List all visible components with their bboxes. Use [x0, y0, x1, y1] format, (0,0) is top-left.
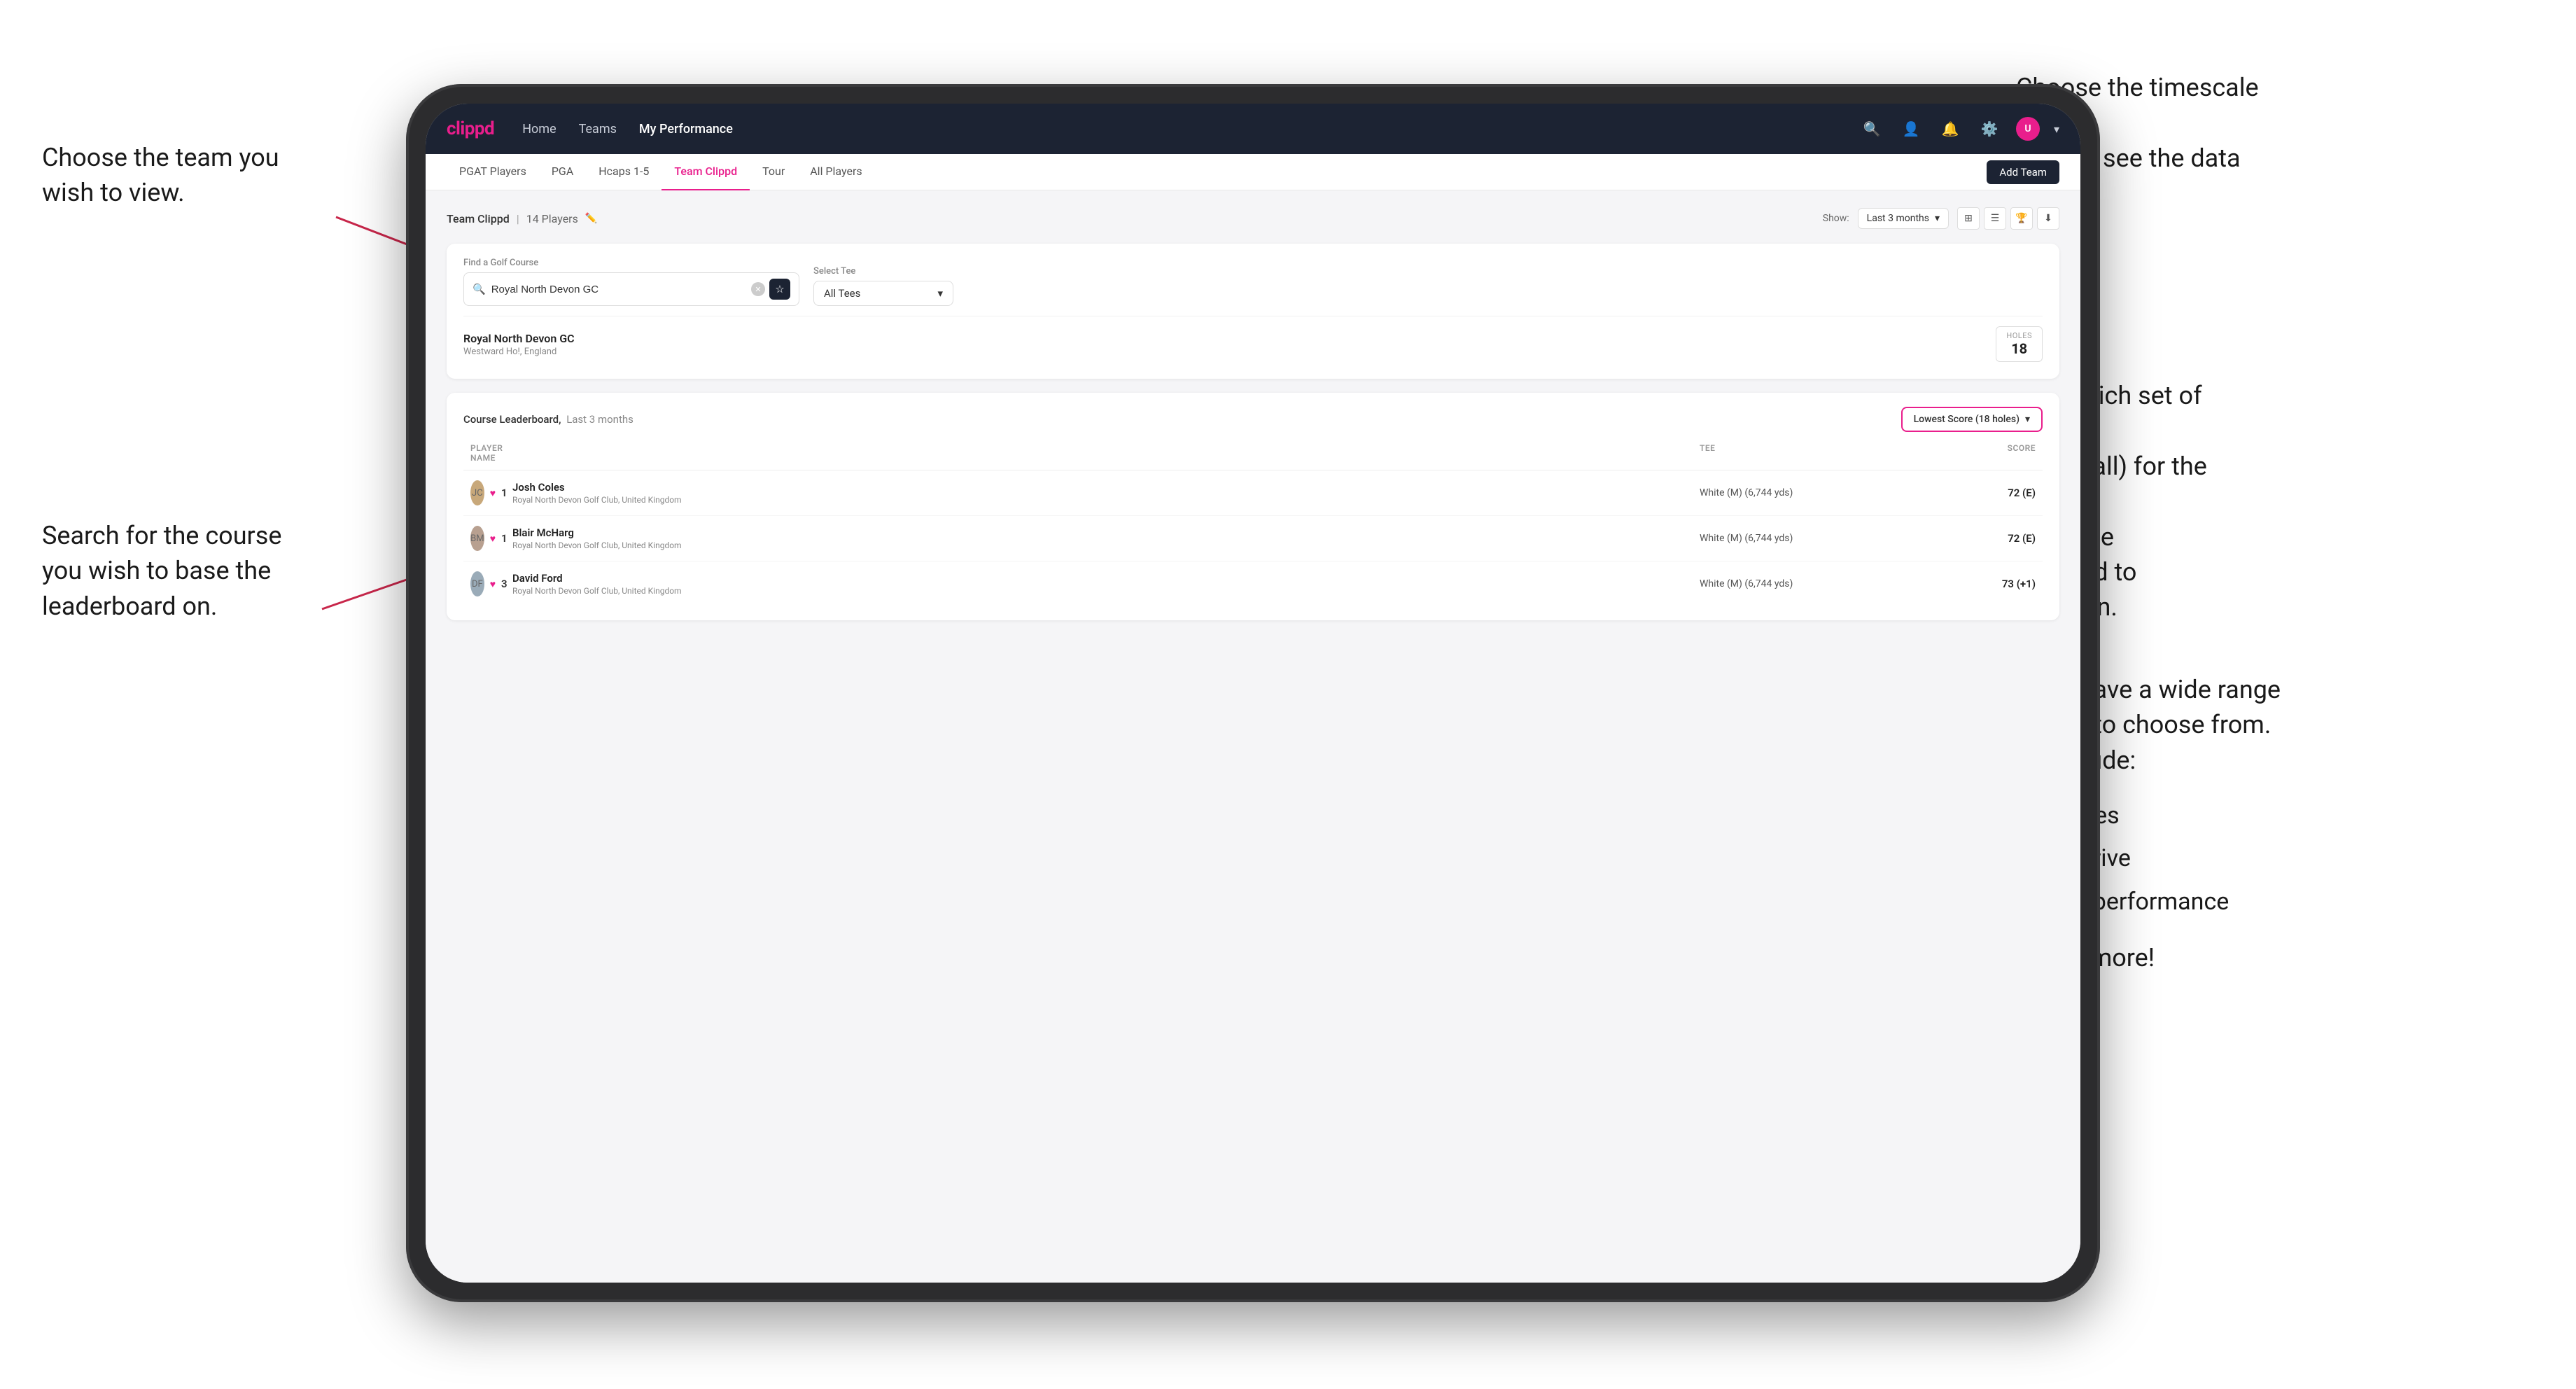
heart-icon[interactable]: ♥ — [490, 533, 496, 545]
course-result-info: Royal North Devon GC Westward Ho!, Engla… — [463, 332, 575, 357]
tab-all-players[interactable]: All Players — [797, 154, 874, 190]
leaderboard-header: Course Leaderboard, Last 3 months Lowest… — [463, 407, 2043, 432]
edit-team-icon[interactable]: ✏️ — [585, 213, 597, 224]
nav-my-performance[interactable]: My Performance — [639, 122, 733, 137]
show-period-dropdown[interactable]: Last 3 months ▾ — [1858, 208, 1949, 229]
chevron-down-icon: ▾ — [1935, 213, 1940, 224]
score-type-chevron-icon: ▾ — [2025, 414, 2030, 425]
course-finder-card: Find a Golf Course 🔍 ✕ ☆ Select Tee All … — [447, 244, 2059, 379]
course-search-input[interactable] — [491, 284, 751, 295]
nav-icons: 🔍 👤 🔔 ⚙️ U ▾ — [1859, 116, 2059, 141]
team-title: Team Clippd | 14 Players ✏️ — [447, 212, 597, 225]
course-result-location: Westward Ho!, England — [463, 347, 575, 357]
course-finder-row: Find a Golf Course 🔍 ✕ ☆ Select Tee All … — [463, 258, 2043, 306]
select-tee-group: Select Tee All Tees ▾ — [813, 266, 953, 306]
avatar: JC — [470, 480, 484, 505]
show-controls: Show: Last 3 months ▾ ⊞ ☰ 🏆 ⬇ — [1823, 207, 2059, 230]
tab-pgat-players[interactable]: PGAT Players — [447, 154, 539, 190]
player-club: Royal North Devon Golf Club, United King… — [512, 586, 682, 596]
table-row: DF ♥ 3 David Ford Royal North Devon Golf… — [463, 561, 2043, 606]
leaderboard-card: Course Leaderboard, Last 3 months Lowest… — [447, 393, 2059, 620]
col-score: SCORE — [1910, 443, 2036, 463]
tab-hcaps[interactable]: Hcaps 1-5 — [586, 154, 662, 190]
top-navigation: clippd Home Teams My Performance 🔍 👤 🔔 ⚙… — [426, 104, 2080, 154]
heart-icon[interactable]: ♥ — [490, 487, 496, 499]
user-avatar[interactable]: U — [2016, 117, 2040, 141]
leaderboard-table: PLAYER NAME TEE SCORE JC ♥ 1 — [463, 443, 2043, 606]
nav-links: Home Teams My Performance — [522, 122, 1859, 137]
leaderboard-title: Course Leaderboard, Last 3 months — [463, 413, 634, 426]
tee-select-dropdown[interactable]: All Tees ▾ — [813, 281, 953, 306]
player-name: Blair McHarg — [512, 526, 682, 539]
rank-number: 1 — [501, 487, 512, 499]
avatar: BM — [470, 526, 484, 551]
team-header-row: Team Clippd | 14 Players ✏️ Show: Last 3… — [447, 207, 2059, 230]
tab-tour[interactable]: Tour — [750, 154, 797, 190]
player-info: David Ford Royal North Devon Golf Club, … — [512, 572, 1700, 596]
main-content: Team Clippd | 14 Players ✏️ Show: Last 3… — [426, 190, 2080, 1283]
tablet-screen: clippd Home Teams My Performance 🔍 👤 🔔 ⚙… — [426, 104, 2080, 1283]
nav-home[interactable]: Home — [522, 122, 556, 137]
tee-cell: White (M) (6,744 yds) — [1700, 487, 1910, 498]
player-name: David Ford — [512, 572, 682, 585]
avatar: DF — [470, 571, 484, 596]
app-logo: clippd — [447, 118, 494, 139]
trophy-view-button[interactable]: 🏆 — [2010, 207, 2033, 230]
rank-number: 3 — [501, 578, 512, 590]
annotation-middle-left: Search for the courseyou wish to base th… — [42, 518, 281, 624]
score-cell: 72 (E) — [1910, 532, 2036, 545]
add-team-button[interactable]: Add Team — [1987, 160, 2059, 184]
holes-badge: Holes 18 — [1996, 326, 2043, 362]
table-row: JC ♥ 1 Josh Coles Royal North Devon Golf… — [463, 470, 2043, 516]
find-course-label: Find a Golf Course — [463, 258, 799, 268]
score-cell: 73 (+1) — [1910, 578, 2036, 590]
table-row: BM ♥ 1 Blair McHarg Royal North Devon Go… — [463, 516, 2043, 561]
player-rank-2: BM ♥ 1 — [470, 526, 512, 551]
course-search-input-wrap[interactable]: 🔍 ✕ ☆ — [463, 272, 799, 306]
clear-search-button[interactable]: ✕ — [751, 282, 765, 296]
player-rank-3: DF ♥ 3 — [470, 571, 512, 596]
holes-value: 18 — [2006, 340, 2032, 357]
grid-view-button[interactable]: ⊞ — [1957, 207, 1980, 230]
nav-teams[interactable]: Teams — [579, 122, 617, 137]
course-result-row: Royal North Devon GC Westward Ho!, Engla… — [463, 316, 2043, 365]
col-player-spacer — [512, 443, 1700, 463]
avatar-chevron-icon[interactable]: ▾ — [2054, 123, 2059, 136]
col-tee: TEE — [1700, 443, 1910, 463]
sub-navigation: PGAT Players PGA Hcaps 1-5 Team Clippd T… — [426, 154, 2080, 190]
search-icon[interactable]: 🔍 — [1859, 116, 1884, 141]
settings-icon[interactable]: ⚙️ — [1977, 116, 2002, 141]
find-course-group: Find a Golf Course 🔍 ✕ ☆ — [463, 258, 799, 306]
list-view-button[interactable]: ☰ — [1984, 207, 2006, 230]
tab-pga[interactable]: PGA — [539, 154, 586, 190]
heart-icon[interactable]: ♥ — [490, 578, 496, 590]
view-icons: ⊞ ☰ 🏆 ⬇ — [1957, 207, 2059, 230]
select-tee-label: Select Tee — [813, 266, 953, 277]
people-icon[interactable]: 👤 — [1898, 116, 1924, 141]
download-button[interactable]: ⬇ — [2037, 207, 2059, 230]
tee-cell: White (M) (6,744 yds) — [1700, 533, 1910, 544]
tee-cell: White (M) (6,744 yds) — [1700, 578, 1910, 589]
player-club: Royal North Devon Golf Club, United King… — [512, 540, 682, 550]
favorite-button[interactable]: ☆ — [769, 279, 790, 300]
tab-team-clippd[interactable]: Team Clippd — [662, 154, 750, 190]
player-rank-1: JC ♥ 1 — [470, 480, 512, 505]
course-result-name: Royal North Devon GC — [463, 332, 575, 345]
score-type-dropdown[interactable]: Lowest Score (18 holes) ▾ — [1901, 407, 2043, 432]
tablet-device: clippd Home Teams My Performance 🔍 👤 🔔 ⚙… — [406, 84, 2100, 1302]
col-player: PLAYER NAME — [470, 443, 512, 463]
holes-label: Holes — [2006, 331, 2032, 340]
player-info: Josh Coles Royal North Devon Golf Club, … — [512, 481, 1700, 505]
score-cell: 72 (E) — [1910, 487, 2036, 499]
show-label: Show: — [1823, 213, 1849, 224]
player-club: Royal North Devon Golf Club, United King… — [512, 495, 682, 505]
player-name: Josh Coles — [512, 481, 682, 494]
player-info: Blair McHarg Royal North Devon Golf Club… — [512, 526, 1700, 550]
search-icon: 🔍 — [472, 283, 486, 295]
tee-chevron-icon: ▾ — [937, 287, 943, 300]
annotation-top-left: Choose the team you wish to view. — [42, 140, 308, 211]
table-header: PLAYER NAME TEE SCORE — [463, 443, 2043, 470]
rank-number: 1 — [501, 532, 512, 545]
bell-icon[interactable]: 🔔 — [1938, 116, 1963, 141]
